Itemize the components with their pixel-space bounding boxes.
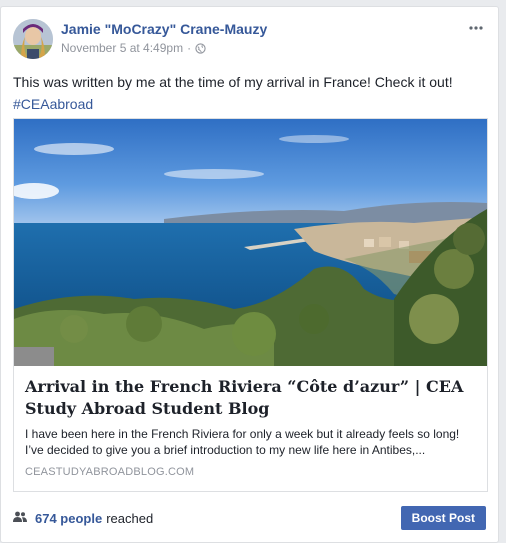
post-timestamp[interactable]: November 5 at 4:49pm — [61, 41, 183, 55]
post-card: Jamie "MoCrazy" Crane-Mauzy November 5 a… — [0, 6, 499, 543]
post-footer: 674 people reached Boost Post — [13, 503, 486, 533]
post-body: This was written by me at the time of my… — [13, 74, 453, 90]
link-description: I have been here in the French Riviera f… — [25, 427, 460, 457]
author-name[interactable]: Jamie "MoCrazy" Crane-Mauzy — [61, 21, 267, 37]
post-text: This was written by me at the time of my… — [13, 71, 486, 115]
more-horizontal-icon[interactable] — [466, 21, 486, 35]
globe-icon[interactable] — [195, 42, 206, 54]
reach-count[interactable]: 674 people — [35, 511, 102, 526]
avatar[interactable] — [13, 19, 53, 59]
link-domain: CEASTUDYABROADBLOG.COM — [25, 466, 195, 478]
link-info: Arrival in the French Riviera “Côte d’az… — [14, 366, 487, 491]
link-preview[interactable]: Arrival in the French Riviera “Côte d’az… — [13, 118, 488, 492]
post-meta: November 5 at 4:49pm · — [61, 41, 206, 55]
reach-stats: 674 people reached — [13, 511, 153, 526]
avatar-image — [13, 19, 53, 59]
post-header: Jamie "MoCrazy" Crane-Mauzy November 5 a… — [13, 19, 486, 61]
hashtag-link[interactable]: #CEAabroad — [13, 93, 486, 115]
boost-post-button[interactable]: Boost Post — [400, 506, 486, 530]
link-title[interactable]: Arrival in the French Riviera “Côte d’az… — [25, 376, 476, 420]
people-icon — [13, 511, 27, 526]
reach-label: reached — [106, 510, 154, 526]
meta-separator: · — [187, 41, 192, 55]
coastline-photo[interactable] — [14, 119, 487, 366]
